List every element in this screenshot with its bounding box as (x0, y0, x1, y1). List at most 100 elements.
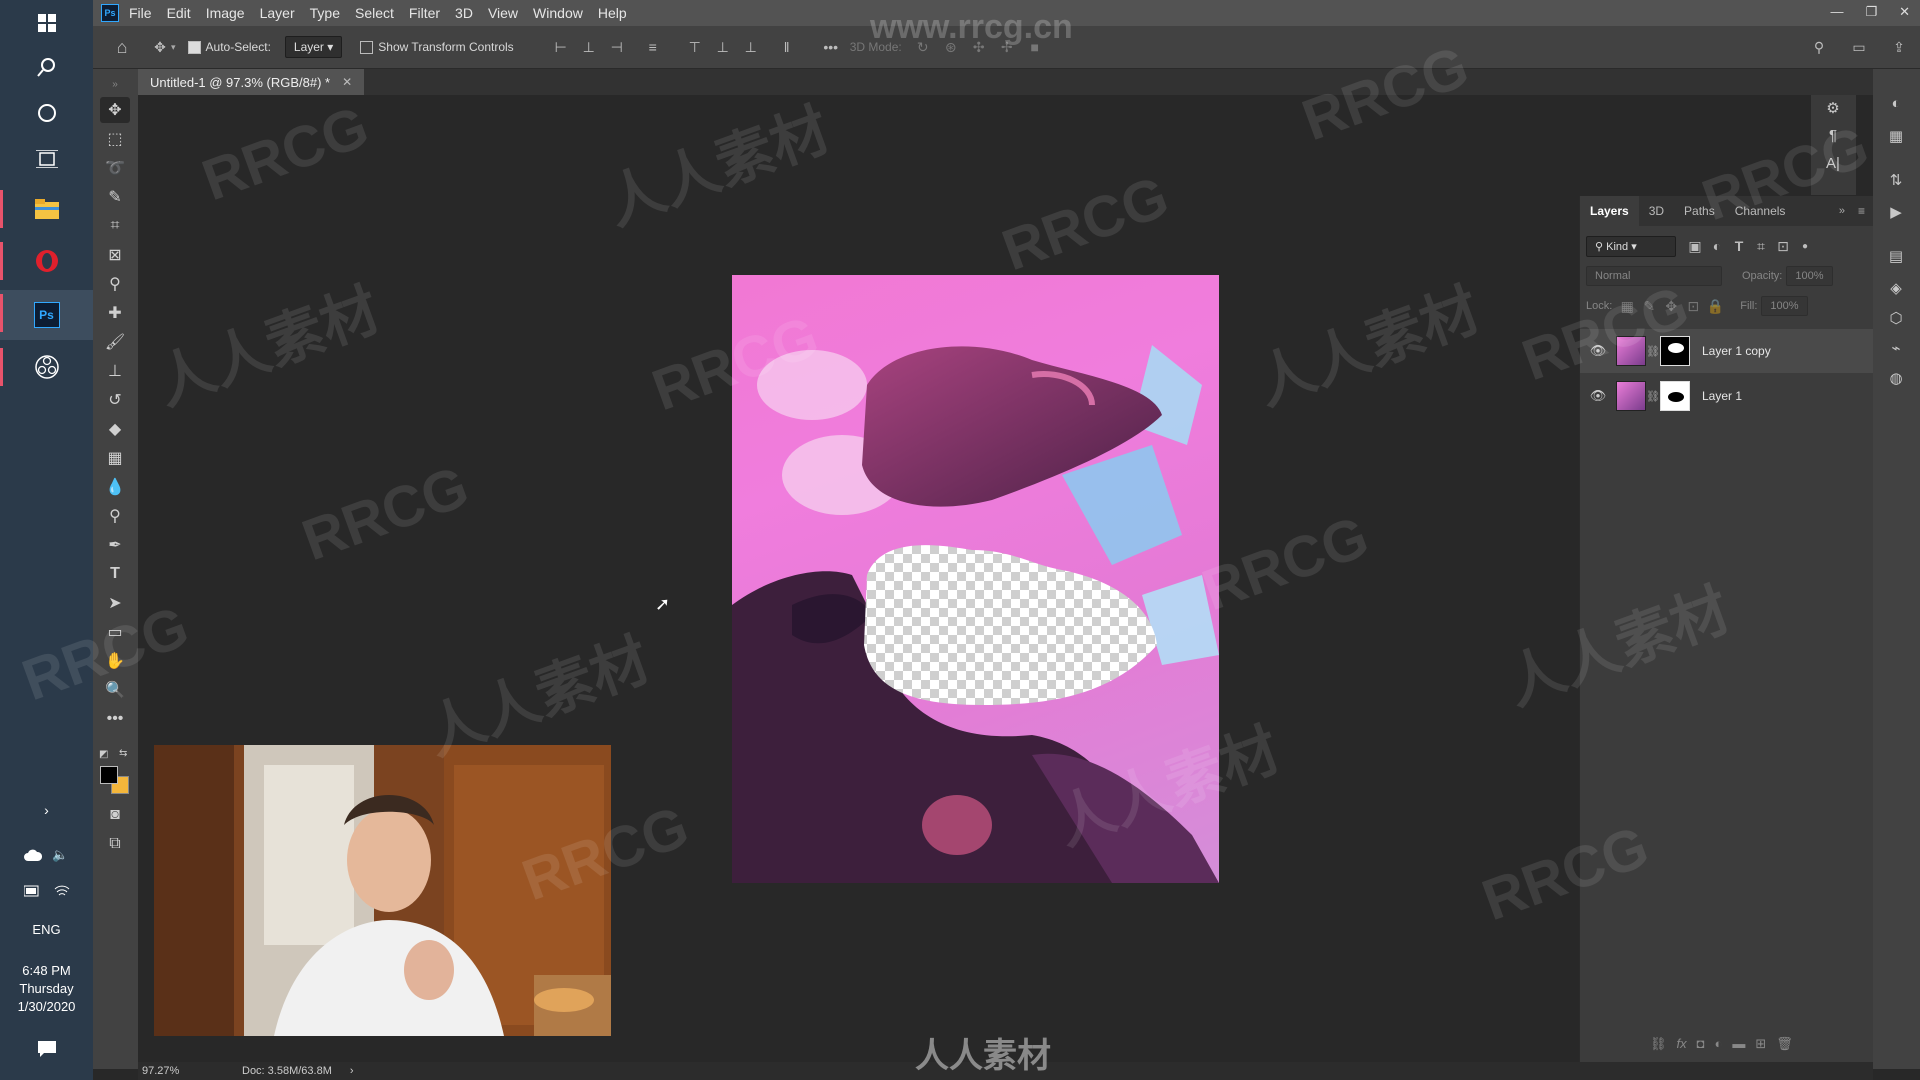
lock-artboard-icon[interactable]: ⊡ (1682, 295, 1704, 317)
delete-layer-icon[interactable]: 🗑 (1776, 1036, 1793, 1052)
notification-icon[interactable] (0, 1032, 93, 1066)
home-icon[interactable]: ⌂ (111, 36, 133, 58)
visibility-eye-icon[interactable]: 👁 (1586, 343, 1610, 359)
move-tool-icon[interactable]: ✥ (100, 97, 130, 123)
healing-tool-icon[interactable]: ✚ (100, 300, 130, 326)
distribute-v-icon[interactable]: ‖ (776, 36, 798, 58)
quick-select-tool-icon[interactable]: ✎ (100, 184, 130, 210)
filter-shape-icon[interactable]: ⌗ (1750, 235, 1772, 257)
collapse-panel-icon[interactable]: » (1839, 205, 1845, 217)
3d-roll-icon[interactable]: ⊛ (940, 36, 962, 58)
link-layers-icon[interactable]: ⛓ (1650, 1036, 1667, 1052)
workspace-icon[interactable]: ▭ (1848, 36, 1870, 58)
blur-tool-icon[interactable]: 💧 (100, 474, 130, 500)
clock-time[interactable]: 6:48 PM (0, 963, 93, 978)
lock-transparent-icon[interactable]: ▦ (1616, 295, 1638, 317)
filter-pixel-icon[interactable]: ▣ (1684, 235, 1706, 257)
blend-mode-dropdown[interactable]: Normal (1586, 266, 1722, 286)
filter-kind-dropdown[interactable]: ⚲ Kind ▾ (1586, 235, 1676, 257)
zoom-level[interactable]: 97.27% (142, 1065, 202, 1077)
filter-smart-object-icon[interactable]: ⊡ (1772, 235, 1794, 257)
layer-thumbnail[interactable] (1616, 381, 1646, 411)
lasso-tool-icon[interactable]: ➰ (100, 155, 130, 181)
lock-pixels-icon[interactable]: ✎ (1638, 295, 1660, 317)
stamp-tool-icon[interactable]: ⊥ (100, 358, 130, 384)
search-icon[interactable]: ⚲ (1808, 36, 1830, 58)
auto-select-checkbox[interactable] (187, 40, 201, 54)
tab-layers[interactable]: Layers (1580, 196, 1639, 226)
collapse-icon[interactable]: » (100, 71, 130, 97)
tab-3d[interactable]: 3D (1639, 196, 1674, 226)
menu-file[interactable]: File (129, 5, 152, 21)
share-icon[interactable]: ⇪ (1888, 36, 1910, 58)
new-group-icon[interactable]: ▬ (1732, 1036, 1745, 1052)
menu-view[interactable]: View (488, 5, 518, 21)
distribute-icon[interactable]: ≡ (642, 36, 664, 58)
dodge-tool-icon[interactable]: ⚲ (100, 503, 130, 529)
eraser-tool-icon[interactable]: ◆ (100, 416, 130, 442)
3d-panel-icon[interactable]: ⬡ (1885, 309, 1907, 331)
foreground-color-swatch[interactable] (100, 766, 118, 784)
document-tab[interactable]: Untitled-1 @ 97.3% (RGB/8#) * ✕ (138, 69, 365, 95)
auto-select-target-dropdown[interactable]: Layer ▾ (284, 36, 343, 58)
tab-paths[interactable]: Paths (1674, 196, 1725, 226)
character-icon[interactable]: A| (1822, 155, 1844, 177)
type-tool-icon[interactable]: T (100, 561, 130, 587)
channels-panel-icon[interactable]: ◍ (1885, 369, 1907, 391)
align-right-icon[interactable]: ⊣ (606, 36, 628, 58)
align-center-h-icon[interactable]: ⊥ (578, 36, 600, 58)
menu-layer[interactable]: Layer (260, 5, 295, 21)
document-canvas[interactable] (732, 275, 1219, 883)
close-icon[interactable]: ✕ (1899, 4, 1910, 20)
show-transform-checkbox[interactable] (360, 40, 374, 54)
ps-app-icon[interactable]: Ps (101, 4, 119, 22)
actions-play-icon[interactable]: ▶ (1885, 203, 1907, 225)
move-tool-preset-icon[interactable]: ✥ (149, 36, 171, 58)
align-middle-icon[interactable]: ⊥ (712, 36, 734, 58)
3d-scale-icon[interactable]: ■ (1024, 36, 1046, 58)
3d-slide-icon[interactable]: ✢ (996, 36, 1018, 58)
file-explorer-icon[interactable] (0, 186, 93, 232)
fx-icon[interactable]: fx (1677, 1036, 1687, 1052)
quick-mask-icon[interactable]: ◙ (100, 802, 130, 828)
frame-tool-icon[interactable]: ⊠ (100, 242, 130, 268)
cloud-icon[interactable] (24, 848, 43, 862)
menu-image[interactable]: Image (206, 5, 245, 21)
search-icon[interactable] (0, 44, 93, 90)
close-tab-icon[interactable]: ✕ (342, 75, 352, 89)
visibility-eye-icon[interactable]: 👁 (1586, 388, 1610, 404)
layer-name[interactable]: Layer 1 (1702, 389, 1742, 403)
paths-panel-icon[interactable]: ⌁ (1885, 339, 1907, 361)
more-options-icon[interactable]: ••• (820, 36, 842, 58)
volume-icon[interactable]: 🔈 (52, 847, 68, 863)
layer-mask-thumbnail[interactable] (1660, 336, 1690, 366)
crop-tool-icon[interactable]: ⌗ (100, 213, 130, 239)
mask-link-icon[interactable]: ⛓ (1646, 345, 1660, 358)
layer-name[interactable]: Layer 1 copy (1702, 344, 1771, 358)
adjustment-layer-icon[interactable]: ◐ (1715, 1036, 1723, 1052)
language-indicator[interactable]: ENG (0, 922, 93, 937)
fill-input[interactable]: 100% (1761, 296, 1808, 316)
more-tools-icon[interactable]: ••• (100, 706, 130, 732)
task-view-icon[interactable] (0, 136, 93, 182)
wifi-icon[interactable] (54, 884, 70, 898)
obs-icon[interactable] (0, 344, 93, 390)
layer-thumbnail[interactable] (1616, 336, 1646, 366)
menu-edit[interactable]: Edit (167, 5, 191, 21)
color-icon[interactable]: ◐ (1885, 95, 1907, 117)
libraries-icon[interactable]: ▤ (1885, 247, 1907, 269)
align-bottom-icon[interactable]: ⊥ (740, 36, 762, 58)
properties-icon[interactable]: ⚙ (1822, 99, 1844, 121)
marquee-tool-icon[interactable]: ⬚ (100, 126, 130, 152)
mask-link-icon[interactable]: ⛓ (1646, 390, 1660, 403)
layer-row[interactable]: 👁 ⛓ Layer 1 (1580, 374, 1873, 418)
restore-icon[interactable]: ❐ (1865, 4, 1877, 20)
opacity-input[interactable]: 100% (1786, 266, 1833, 286)
windows-icon[interactable] (0, 0, 93, 46)
status-menu-icon[interactable]: › (350, 1065, 354, 1077)
hand-tool-icon[interactable]: ✋ (100, 648, 130, 674)
chevron-down-icon[interactable]: ▾ (171, 42, 176, 53)
menu-type[interactable]: Type (310, 5, 340, 21)
history-brush-tool-icon[interactable]: ↺ (100, 387, 130, 413)
pen-tool-icon[interactable]: ✒ (100, 532, 130, 558)
